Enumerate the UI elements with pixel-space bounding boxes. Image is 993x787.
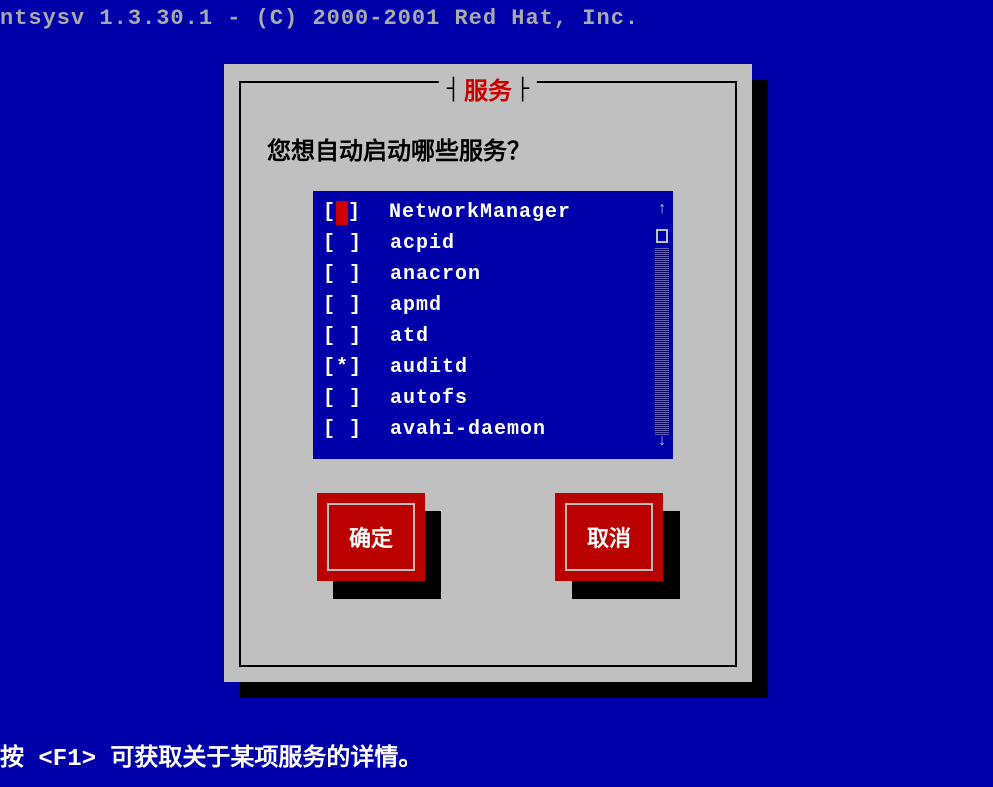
service-row[interactable]: [ ] NetworkManager — [323, 197, 663, 228]
services-listbox[interactable]: [ ] NetworkManager[ ] acpid[ ] anacron[ … — [313, 191, 673, 459]
services-dialog: ┤ 服务 ├ 您想自动启动哪些服务？ [ ] NetworkManager[ ]… — [224, 64, 752, 682]
dialog-title-container: ┤ 服务 ├ — [439, 71, 537, 107]
checkbox-slot[interactable]: [ ] — [323, 325, 388, 348]
checkbox-slot[interactable]: [ ] — [323, 263, 388, 286]
service-label: autofs — [390, 387, 468, 410]
checkbox-slot[interactable]: [ ] — [323, 387, 388, 410]
service-label: acpid — [390, 232, 455, 255]
scrollbar[interactable]: ↑ ↓ — [655, 199, 669, 451]
service-label: auditd — [390, 356, 468, 379]
button-border — [327, 503, 415, 571]
service-label: anacron — [390, 263, 481, 286]
service-row[interactable]: [ ] apmd — [323, 290, 663, 321]
title-bar-left: ┤ — [447, 77, 460, 102]
dialog-prompt: 您想自动启动哪些服务？ — [267, 131, 531, 167]
service-row[interactable]: [ ] atd — [323, 321, 663, 352]
service-label: avahi-daemon — [390, 418, 546, 441]
footer-prefix: 按 — [0, 746, 38, 773]
service-row[interactable]: [ ] avahi-daemon — [323, 414, 663, 445]
service-label: atd — [390, 325, 429, 348]
ok-button[interactable]: 确定 — [317, 493, 425, 581]
checkbox-slot[interactable]: [ ] — [323, 232, 388, 255]
service-row[interactable]: [ ] acpid — [323, 228, 663, 259]
checkbox-slot[interactable]: [*] — [323, 356, 388, 379]
scroll-thumb[interactable] — [656, 229, 668, 243]
app-header: ntsysv 1.3.30.1 - (C) 2000-2001 Red Hat,… — [0, 0, 993, 31]
checkbox-slot[interactable]: [ ] — [323, 201, 387, 225]
scroll-down-icon[interactable]: ↓ — [655, 431, 669, 451]
footer-suffix: 可获取关于某项服务的详情。 — [96, 746, 422, 773]
cursor-icon — [336, 201, 348, 225]
checkbox-slot[interactable]: [ ] — [323, 294, 388, 317]
cancel-button[interactable]: 取消 — [555, 493, 663, 581]
button-border — [565, 503, 653, 571]
checkbox-slot[interactable]: [ ] — [323, 418, 388, 441]
service-row[interactable]: [*] auditd — [323, 352, 663, 383]
footer-key: <F1> — [38, 746, 96, 773]
service-row[interactable]: [ ] autofs — [323, 383, 663, 414]
scroll-up-icon[interactable]: ↑ — [655, 199, 669, 219]
title-bar-right: ├ — [516, 77, 529, 102]
service-label: NetworkManager — [389, 201, 571, 224]
service-row[interactable]: [ ] anacron — [323, 259, 663, 290]
footer-hint: 按 <F1> 可获取关于某项服务的详情。 — [0, 737, 422, 773]
scroll-track[interactable] — [655, 247, 669, 435]
service-label: apmd — [390, 294, 442, 317]
dialog-title: 服务 — [464, 71, 512, 107]
